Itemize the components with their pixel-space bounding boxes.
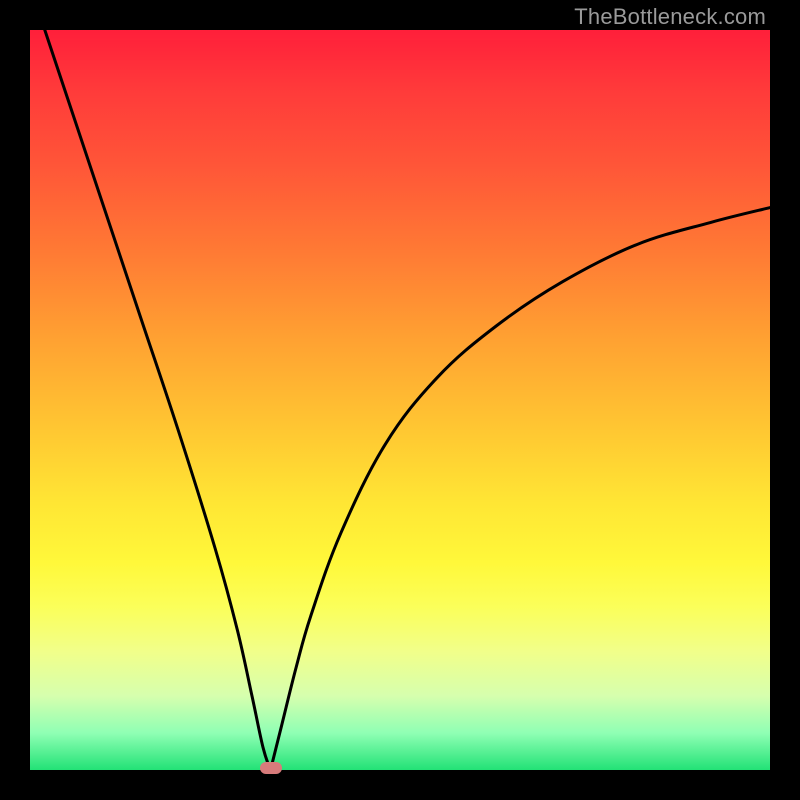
chart-frame: TheBottleneck.com xyxy=(0,0,800,800)
bottleneck-curve-left xyxy=(45,30,271,770)
watermark-text: TheBottleneck.com xyxy=(574,4,766,30)
optimal-point-marker xyxy=(260,762,282,774)
bottleneck-curve-right xyxy=(271,208,771,770)
plot-area xyxy=(30,30,770,770)
curve-layer xyxy=(30,30,770,770)
